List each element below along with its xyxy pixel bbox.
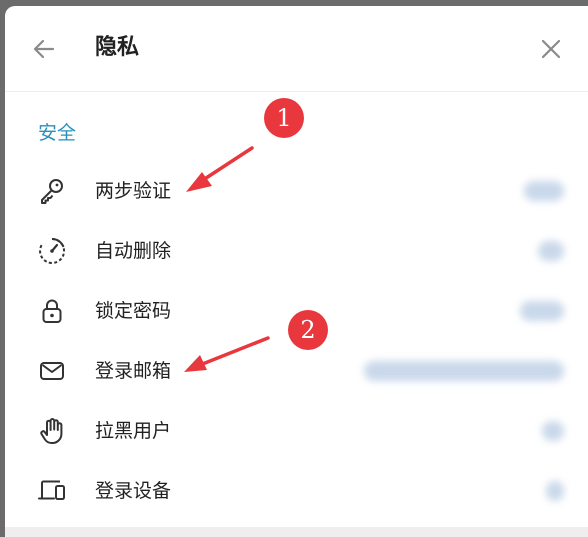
blurred-value (364, 361, 564, 381)
close-icon (541, 39, 561, 59)
timer-icon (37, 236, 67, 266)
menu-item-label: 拉黑用户 (95, 420, 172, 442)
blurred-value (546, 481, 564, 501)
menu-item-label: 自动删除 (95, 240, 172, 262)
lock-icon (37, 296, 67, 326)
blurred-value (538, 241, 564, 261)
menu-item-label: 锁定密码 (95, 300, 172, 322)
annotation-marker-1: 1 (264, 98, 304, 138)
menu-item-login-email[interactable]: 登录邮箱 (5, 341, 588, 401)
screenshot-stage: 隐私 安全 两步验证 自动删除 锁定密码 登录邮箱 拉黑用户 登录设备 1 2 (0, 0, 588, 537)
hand-icon (37, 416, 67, 446)
menu-item-two-step-verification[interactable]: 两步验证 (5, 161, 588, 221)
mail-icon (37, 356, 67, 386)
close-button[interactable] (535, 33, 567, 65)
blurred-value (542, 421, 564, 441)
menu-item-blocked-users[interactable]: 拉黑用户 (5, 401, 588, 461)
menu-item-auto-delete[interactable]: 自动删除 (5, 221, 588, 281)
key-icon (37, 176, 67, 206)
menu-item-label: 登录设备 (95, 480, 172, 502)
back-button[interactable] (27, 32, 61, 66)
blurred-value (524, 181, 564, 201)
menu-item-label: 登录邮箱 (95, 360, 172, 382)
section-title-security: 安全 (38, 122, 77, 144)
blurred-value (520, 301, 564, 321)
page-title: 隐私 (95, 35, 140, 60)
menu-item-label: 两步验证 (95, 180, 172, 202)
privacy-panel: 隐私 安全 两步验证 自动删除 锁定密码 登录邮箱 拉黑用户 登录设备 (5, 6, 588, 537)
menu-item-login-devices[interactable]: 登录设备 (5, 461, 588, 521)
annotation-marker-2: 2 (288, 310, 328, 350)
panel-header: 隐私 (5, 6, 588, 92)
bottom-divider (5, 527, 588, 537)
arrow-left-icon (33, 39, 55, 59)
devices-icon (37, 476, 67, 506)
